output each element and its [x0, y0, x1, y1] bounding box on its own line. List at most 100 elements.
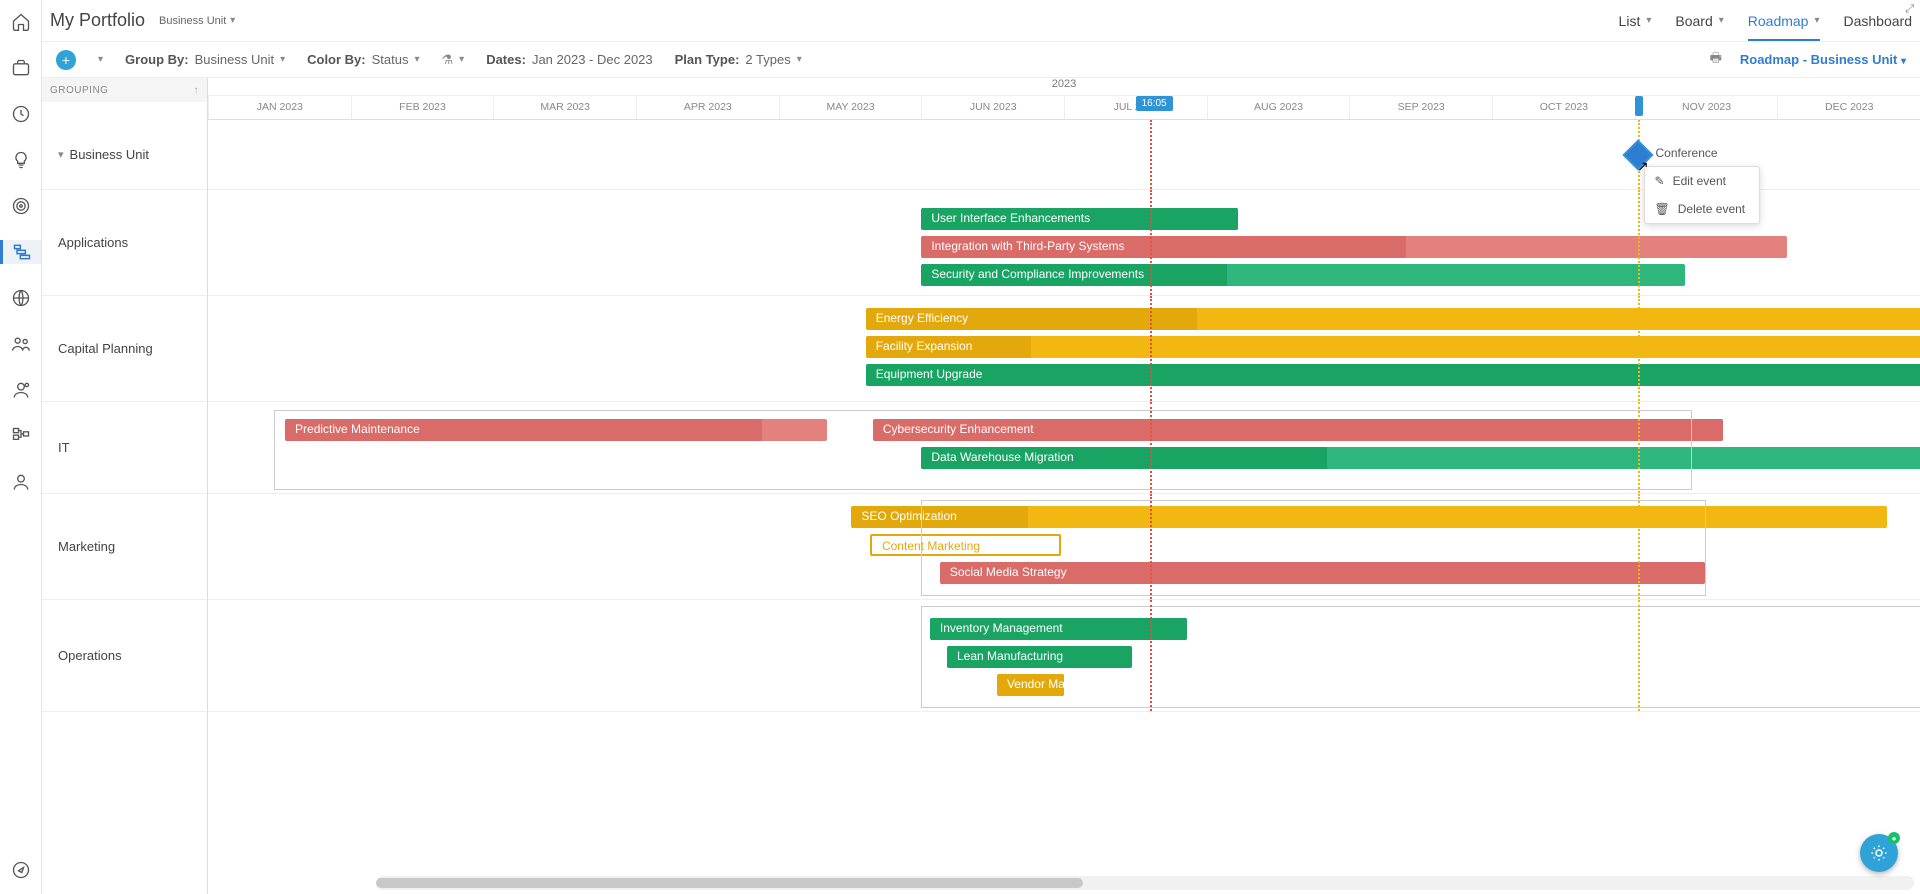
lane-label[interactable]: Applications	[42, 190, 207, 296]
roadmap-bar[interactable]: Facility Expansion	[866, 336, 1920, 358]
filter-icon: ⚗	[442, 52, 454, 68]
pencil-icon: ✎	[1655, 174, 1665, 188]
bar-label: Facility Expansion	[876, 339, 973, 353]
group-by-control[interactable]: Group By: Business Unit ▾	[125, 52, 285, 67]
compass-icon[interactable]	[9, 858, 33, 882]
bar-label: Lean Manufacturing	[957, 649, 1063, 663]
bar-label: Data Warehouse Migration	[931, 450, 1073, 464]
sort-asc-icon[interactable]: ↑	[194, 85, 200, 96]
bar-label: Social Media Strategy	[950, 565, 1067, 579]
bar-label: Predictive Maintenance	[295, 422, 420, 436]
help-fab[interactable]: ●	[1860, 834, 1898, 872]
home-icon[interactable]	[9, 10, 33, 34]
tab-dashboard[interactable]: Dashboard	[1844, 13, 1913, 29]
lane-it: Predictive MaintenanceCybersecurity Enha…	[208, 402, 1920, 494]
tab-list[interactable]: List▾	[1619, 13, 1652, 29]
delete-event-item[interactable]: 🗑Delete event	[1645, 195, 1760, 223]
roadmap-bar[interactable]: Security and Compliance Improvements	[921, 264, 1684, 286]
add-dropdown-icon[interactable]: ▾	[98, 54, 103, 65]
event-marker[interactable]	[1635, 96, 1643, 116]
today-line	[1150, 120, 1152, 189]
roadmap-bar[interactable]: Energy Efficiency	[866, 308, 1920, 330]
event-line	[1638, 494, 1640, 599]
edit-event-item[interactable]: ✎Edit event	[1645, 167, 1760, 195]
roadmap-area: GROUPING ↑ ▾ Business Unit ApplicationsC…	[42, 78, 1920, 894]
grouping-column: GROUPING ↑ ▾ Business Unit ApplicationsC…	[42, 78, 208, 894]
bar-label: Inventory Management	[940, 621, 1063, 635]
notification-badge: ●	[1888, 832, 1900, 844]
year-header: 2023	[208, 78, 1920, 96]
add-button[interactable]: +	[56, 50, 76, 70]
horizontal-scrollbar[interactable]	[376, 876, 1914, 890]
event-context-menu: ✎Edit event 🗑Delete event	[1644, 166, 1761, 224]
phase-container[interactable]	[921, 606, 1920, 708]
roadmap-nav-icon[interactable]	[0, 240, 41, 264]
event-line	[1638, 600, 1640, 711]
user-icon[interactable]	[9, 470, 33, 494]
plan-type-control[interactable]: Plan Type: 2 Types ▾	[675, 52, 802, 67]
chevron-down-icon: ▾	[230, 15, 235, 26]
saved-view-selector[interactable]: Roadmap - Business Unit ▾	[1740, 52, 1906, 67]
month-cell: JUN 2023	[921, 96, 1064, 119]
scrollbar-thumb[interactable]	[376, 878, 1083, 888]
milestone-lane: Conference ✎Edit event 🗑Delete event↖	[208, 120, 1920, 190]
tab-board[interactable]: Board▾	[1675, 13, 1723, 29]
lane-operations: Inventory Management Lean Manufacturing Ve…	[208, 600, 1920, 712]
phase-container[interactable]	[921, 500, 1706, 596]
bar-label: Energy Efficiency	[876, 311, 969, 325]
today-line	[1150, 296, 1152, 401]
bar-label: Equipment Upgrade	[876, 367, 983, 381]
bar-label: User Interface Enhancements	[931, 211, 1090, 225]
month-cell: FEB 2023	[351, 96, 494, 119]
lane-label[interactable]: Operations	[42, 600, 207, 712]
lane-label[interactable]: Capital Planning	[42, 296, 207, 402]
briefcase-icon[interactable]	[9, 56, 33, 80]
today-time-badge: 16:05	[1136, 96, 1173, 111]
today-line	[1150, 600, 1152, 711]
bar-label: Vendor Ma	[1007, 677, 1064, 691]
bar-label: Content Marketing	[882, 539, 980, 553]
tab-roadmap[interactable]: Roadmap▾	[1748, 13, 1820, 41]
month-cell: SEP 2023	[1349, 96, 1492, 119]
today-line	[1150, 494, 1152, 599]
roadmap-bar[interactable]: Integration with Third-Party Systems	[921, 236, 1787, 258]
globe-icon[interactable]	[9, 286, 33, 310]
event-line	[1638, 296, 1640, 401]
progress-fill	[866, 364, 1920, 386]
color-by-control[interactable]: Color By: Status ▾	[307, 52, 419, 67]
month-cell: APR 2023	[636, 96, 779, 119]
bar-label: Integration with Third-Party Systems	[931, 239, 1124, 253]
filter-control[interactable]: ⚗ ▾	[442, 52, 465, 68]
roadmap-bar[interactable]: User Interface Enhancements	[921, 208, 1238, 230]
page-title: My Portfolio	[50, 10, 145, 31]
bulb-icon[interactable]	[9, 148, 33, 172]
hierarchy-icon[interactable]	[9, 424, 33, 448]
page-header: ⤢ My Portfolio Business Unit ▾ List▾ Boa…	[42, 0, 1920, 42]
people-icon[interactable]	[9, 332, 33, 356]
clock-icon[interactable]	[9, 102, 33, 126]
group-business-unit[interactable]: ▾ Business Unit	[42, 120, 207, 190]
popout-icon[interactable]: ⤢	[1905, 3, 1914, 16]
today-line	[1150, 402, 1152, 493]
today-line	[1150, 190, 1152, 295]
roadmap-bar[interactable]: Equipment Upgrade	[866, 364, 1920, 386]
lane-marketing: SEO OptimizationContent MarketingSocial …	[208, 494, 1920, 600]
month-cell: OCT 2023	[1492, 96, 1635, 119]
left-nav-rail	[0, 0, 42, 894]
month-axis: JAN 2023FEB 2023MAR 2023APR 2023MAY 2023…	[208, 96, 1920, 120]
toolbar: + ▾ Group By: Business Unit ▾ Color By: …	[42, 42, 1920, 78]
print-icon[interactable]: 🖶	[1710, 49, 1722, 71]
lane-label[interactable]: Marketing	[42, 494, 207, 600]
target-icon[interactable]	[9, 194, 33, 218]
dates-control[interactable]: Dates: Jan 2023 - Dec 2023	[486, 52, 652, 67]
chevron-down-icon: ▾	[58, 148, 64, 161]
lane-label[interactable]: IT	[42, 402, 207, 494]
event-line	[1638, 190, 1640, 295]
month-cell: AUG 2023	[1207, 96, 1350, 119]
grouping-header: GROUPING ↑	[42, 78, 207, 102]
resource-icon[interactable]	[9, 378, 33, 402]
event-line	[1638, 402, 1640, 493]
breadcrumb-business-unit[interactable]: Business Unit ▾	[159, 15, 235, 27]
lane-capital-planning: Energy Efficiency Facility Expansion Equip…	[208, 296, 1920, 402]
month-cell: MAR 2023	[493, 96, 636, 119]
